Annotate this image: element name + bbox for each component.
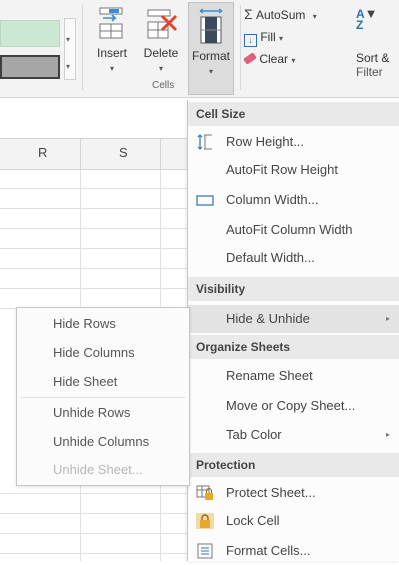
menu-item-column-width[interactable]: Column Width... (188, 186, 399, 214)
lock-icon (196, 513, 214, 529)
format-dropdown-menu: Cell Size Row Height... AutoFit Row Heig… (187, 100, 399, 561)
cells-group-label: Cells (152, 80, 175, 91)
format-label: Format (191, 49, 230, 63)
formula-bar-area (0, 98, 190, 136)
clear-dropdown-icon: ▾ (291, 56, 296, 65)
format-button[interactable]: Format ▾ (188, 2, 234, 95)
delete-label: Delete (143, 46, 179, 60)
autosum-button[interactable]: Σ AutoSum ▾ (244, 6, 317, 22)
menu-item-tab-color[interactable]: Tab Color ▸ (188, 421, 399, 449)
menu-item-rename-sheet[interactable]: Rename Sheet (188, 362, 399, 390)
menu-item-autofit-row-height[interactable]: AutoFit Row Height (188, 156, 399, 184)
rename-sheet-label: Rename Sheet (226, 368, 313, 383)
format-cells-icon (199, 8, 223, 44)
menu-item-protect-sheet[interactable]: Protect Sheet... (188, 479, 399, 507)
fill-dropdown-icon: ▾ (279, 34, 284, 43)
row-height-label: Row Height... (226, 134, 305, 149)
menu-item-lock-cell[interactable]: Lock Cell (188, 507, 399, 535)
menu-item-autofit-column-width[interactable]: AutoFit Column Width (188, 216, 399, 244)
protect-sheet-icon (196, 485, 213, 500)
submenu-arrow-icon: ▸ (385, 314, 390, 323)
sort-filter-button[interactable]: A▼ Z Sort & Filter (356, 6, 399, 79)
menu-item-row-height[interactable]: Row Height... (188, 128, 399, 156)
styles-scroll-up[interactable]: ▾ (66, 35, 70, 44)
section-header-visibility: Visibility (188, 277, 399, 301)
submenu-item-hide-rows[interactable]: Hide Rows (17, 309, 189, 338)
row-height-icon (197, 134, 212, 150)
default-width-label: Default Width... (226, 250, 315, 265)
section-header-cell-size: Cell Size (188, 102, 399, 126)
fill-button[interactable]: ↓ Fill ▾ (244, 30, 283, 47)
column-header-r[interactable]: R (38, 145, 47, 160)
submenu-item-unhide-rows[interactable]: Unhide Rows (17, 398, 189, 427)
filter-label: Filter (356, 65, 383, 79)
hide-unhide-label: Hide & Unhide (226, 311, 310, 326)
hide-unhide-submenu: Hide Rows Hide Columns Hide Sheet Unhide… (16, 307, 190, 486)
fill-label: Fill (260, 30, 276, 44)
submenu-item-unhide-columns[interactable]: Unhide Columns (17, 427, 189, 456)
insert-label: Insert (96, 46, 127, 60)
protect-sheet-label: Protect Sheet... (226, 485, 316, 500)
submenu-item-unhide-sheet: Unhide Sheet... (53, 462, 143, 477)
autofit-column-width-label: AutoFit Column Width (226, 222, 353, 237)
menu-item-hide-unhide[interactable]: Hide & Unhide ▸ (188, 305, 399, 333)
column-width-icon (196, 195, 214, 206)
eraser-icon (243, 52, 257, 65)
delete-button[interactable]: Delete ▾ (137, 6, 185, 74)
format-cells-dialog-icon (197, 543, 213, 559)
insert-dropdown-icon: ▾ (109, 64, 114, 73)
clear-button[interactable]: Clear ▾ (243, 52, 296, 66)
insert-cells-icon (99, 7, 123, 39)
submenu-item-hide-sheet[interactable]: Hide Sheet (17, 367, 189, 396)
sort-az-icon: A▼ Z (356, 6, 378, 32)
menu-item-default-width[interactable]: Default Width... (188, 244, 399, 272)
autosum-dropdown-icon: ▾ (312, 12, 317, 21)
autosum-icon: Σ (244, 6, 253, 22)
delete-dropdown-icon: ▾ (158, 64, 163, 73)
column-width-label: Column Width... (226, 192, 319, 207)
lock-cell-label: Lock Cell (226, 513, 280, 528)
cell-style-check[interactable] (0, 55, 60, 79)
section-header-protection: Protection (188, 453, 399, 477)
clear-label: Clear (259, 52, 289, 66)
autosum-label: AutoSum (256, 8, 306, 22)
column-header-s[interactable]: S (119, 145, 128, 160)
menu-item-move-copy-sheet[interactable]: Move or Copy Sheet... (188, 392, 399, 420)
submenu-item-hide-columns[interactable]: Hide Columns (17, 338, 189, 367)
styles-scroll-more[interactable]: ▾ (66, 62, 70, 71)
fill-down-icon: ↓ (244, 34, 257, 47)
section-header-organize-sheets: Organize Sheets (188, 335, 399, 359)
format-cells-label: Format Cells... (226, 543, 311, 558)
delete-cells-icon (147, 9, 178, 39)
ribbon: ▾ ▾ Insert ▾ Delete ▾ Format ▾ Cells Σ A… (0, 0, 399, 98)
tab-color-label: Tab Color (226, 427, 282, 442)
sort-label: Sort & (356, 51, 390, 65)
column-header-row: R S (0, 138, 190, 170)
submenu-arrow-icon: ▸ (385, 430, 390, 439)
autofit-row-height-label: AutoFit Row Height (226, 162, 338, 177)
format-dropdown-icon: ▾ (208, 67, 213, 76)
cell-style-good[interactable] (0, 20, 60, 47)
move-copy-sheet-label: Move or Copy Sheet... (226, 398, 356, 413)
insert-button[interactable]: Insert ▾ (92, 6, 132, 74)
